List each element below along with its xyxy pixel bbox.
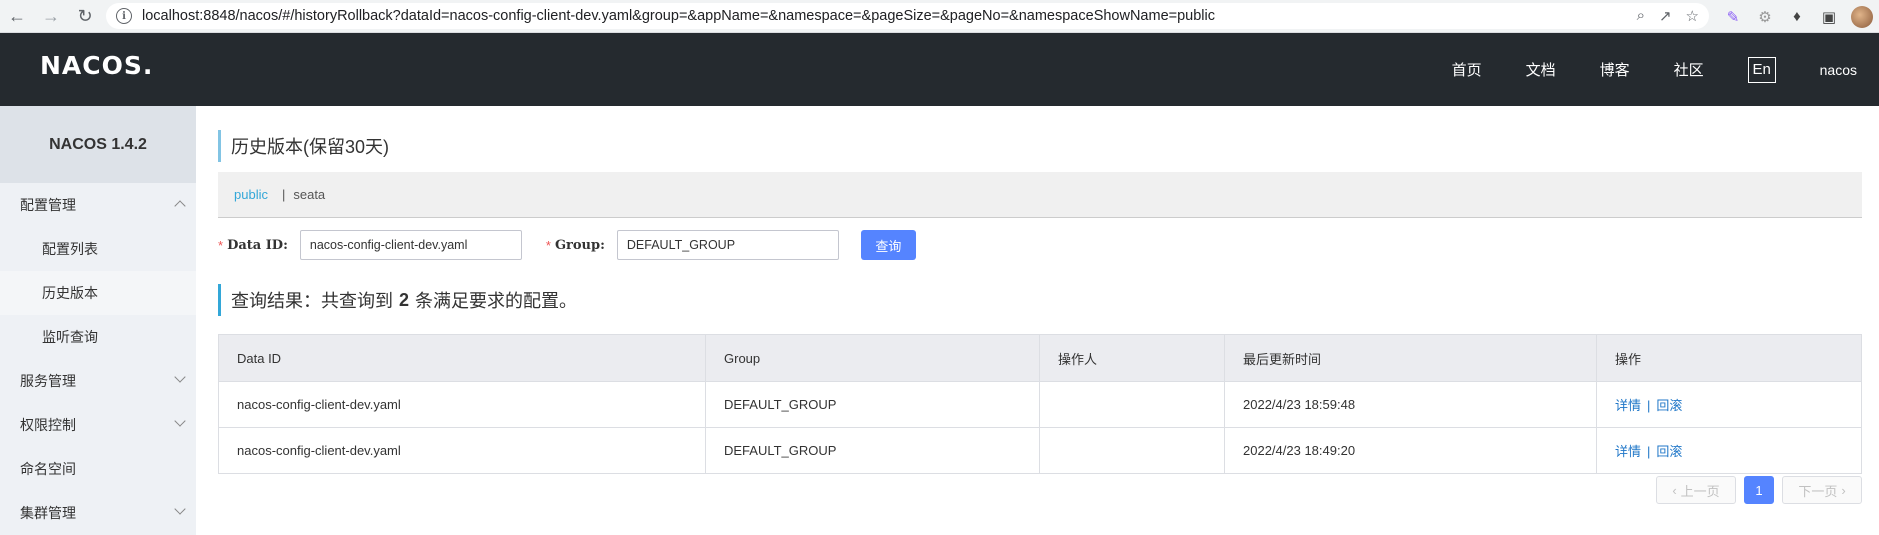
next-page-label: 下一页	[1798, 483, 1838, 499]
nav-docs[interactable]: 文档	[1526, 59, 1556, 80]
sidebar-item-cluster-management[interactable]: 集群管理	[0, 491, 196, 535]
sidebar: NACOS 1.4.2 配置管理 配置列表 历史版本 监听查询 服务管理 权限控…	[0, 106, 196, 535]
header-nav: 首页 文档 博客 社区 En nacos	[1452, 33, 1879, 106]
history-table: Data ID Group 操作人 最后更新时间 操作 nacos-config…	[218, 334, 1862, 474]
sidebar-item-listener-query[interactable]: 监听查询	[0, 315, 196, 359]
sidebar-item-label: 配置列表	[42, 241, 98, 257]
sidebar-item-label: 服务管理	[20, 373, 76, 389]
next-page-button[interactable]: 下一页 ›	[1782, 476, 1862, 504]
chevron-down-icon	[174, 371, 186, 383]
cell-dataid: nacos-config-client-dev.yaml	[218, 381, 706, 428]
chevron-up-icon	[174, 200, 186, 212]
sidebar-item-config-management[interactable]: 配置管理	[0, 183, 196, 227]
sidebar-item-label: 配置管理	[20, 197, 76, 213]
extension-icon[interactable]: ⚙	[1755, 7, 1775, 27]
sidebar-item-config-list[interactable]: 配置列表	[0, 227, 196, 271]
chevron-down-icon	[174, 503, 186, 515]
sidebar-item-label: 监听查询	[42, 329, 98, 345]
nav-blog[interactable]: 博客	[1600, 59, 1630, 80]
column-header-operator: 操作人	[1039, 334, 1225, 382]
sidebar-item-label: 权限控制	[20, 417, 76, 433]
namespace-bar: public | seata	[218, 172, 1862, 218]
forward-icon[interactable]: →	[38, 3, 64, 29]
cell-updated: 2022/4/23 18:49:20	[1224, 427, 1597, 474]
cell-actions: 详情 | 回滚	[1596, 427, 1862, 474]
rollback-link[interactable]: 回滚	[1656, 398, 1682, 413]
extension-pen-icon[interactable]: ✎	[1723, 7, 1743, 27]
column-header-actions: 操作	[1596, 334, 1862, 382]
cell-group: DEFAULT_GROUP	[705, 427, 1040, 474]
cell-operator	[1039, 427, 1225, 474]
group-label: Group:	[554, 237, 605, 253]
detail-link[interactable]: 详情	[1615, 444, 1641, 459]
prev-page-label: 上一页	[1680, 483, 1720, 499]
bookmark-star-icon[interactable]: ☆	[1686, 7, 1699, 25]
namespace-separator: |	[281, 187, 286, 202]
address-bar[interactable]: i localhost:8848/nacos/#/historyRollback…	[106, 3, 1709, 29]
column-header-updated: 最后更新时间	[1224, 334, 1597, 382]
extensions-puzzle-icon[interactable]: ♦	[1787, 7, 1807, 27]
result-suffix: 条满足要求的配置。	[415, 291, 578, 311]
dataid-input[interactable]: nacos-config-client-dev.yaml	[299, 230, 522, 260]
cell-actions: 详情 | 回滚	[1596, 381, 1862, 428]
table-row: nacos-config-client-dev.yaml DEFAULT_GRO…	[218, 381, 1862, 428]
sidebar-item-history[interactable]: 历史版本	[0, 271, 196, 315]
chevron-down-icon	[174, 415, 186, 427]
rollback-link[interactable]: 回滚	[1656, 444, 1682, 459]
sidepanel-icon[interactable]: ▣	[1819, 7, 1839, 27]
nav-home[interactable]: 首页	[1452, 59, 1482, 80]
sidebar-item-label: 集群管理	[20, 505, 76, 521]
page-title: 历史版本(保留30天)	[218, 130, 1862, 162]
language-switch-button[interactable]: En	[1747, 56, 1776, 83]
sidebar-item-namespace[interactable]: 命名空间	[0, 447, 196, 491]
page-button-current[interactable]: 1	[1744, 476, 1774, 504]
sidebar-item-label: 历史版本	[42, 285, 98, 301]
nav-community[interactable]: 社区	[1674, 59, 1704, 80]
required-mark: *	[545, 237, 551, 253]
group-input[interactable]: DEFAULT_GROUP	[616, 230, 839, 260]
site-info-icon[interactable]: i	[116, 8, 132, 24]
result-count: 2	[399, 289, 410, 310]
user-menu[interactable]: nacos	[1820, 62, 1857, 78]
cell-group: DEFAULT_GROUP	[705, 381, 1040, 428]
prev-page-button[interactable]: ‹ 上一页	[1656, 476, 1736, 504]
app-header: NACOS. 首页 文档 博客 社区 En nacos	[0, 33, 1879, 106]
result-prefix: 查询结果：共查询到	[231, 291, 393, 311]
column-header-group: Group	[705, 334, 1040, 382]
browser-toolbar: ← → ↻ i localhost:8848/nacos/#/historyRo…	[0, 0, 1879, 33]
action-separator: |	[1647, 444, 1651, 459]
profile-avatar[interactable]	[1851, 5, 1873, 28]
query-button[interactable]: 查询	[860, 230, 916, 260]
sidebar-item-label: 命名空间	[20, 461, 76, 477]
zoom-icon[interactable]: ⌕	[1637, 7, 1645, 25]
chevron-left-icon: ‹	[1672, 482, 1677, 498]
namespace-tab-public[interactable]: public	[234, 187, 268, 202]
cell-operator	[1039, 381, 1225, 428]
table-header-row: Data ID Group 操作人 最后更新时间 操作	[218, 334, 1862, 382]
search-form: * Data ID: nacos-config-client-dev.yaml …	[218, 230, 1862, 260]
result-summary: 查询结果：共查询到 2 条满足要求的配置。	[218, 284, 1862, 316]
reload-icon[interactable]: ↻	[72, 3, 98, 29]
sidebar-item-access-control[interactable]: 权限控制	[0, 403, 196, 447]
cell-dataid: nacos-config-client-dev.yaml	[218, 427, 706, 474]
share-icon[interactable]: ↗	[1659, 7, 1672, 25]
back-icon[interactable]: ←	[4, 3, 30, 29]
cell-updated: 2022/4/23 18:59:48	[1224, 381, 1597, 428]
detail-link[interactable]: 详情	[1615, 398, 1641, 413]
table-row: nacos-config-client-dev.yaml DEFAULT_GRO…	[218, 427, 1862, 474]
version-label: NACOS 1.4.2	[0, 106, 196, 183]
namespace-tab-seata[interactable]: seata	[293, 187, 325, 202]
chevron-right-icon: ›	[1841, 482, 1846, 498]
pagination: ‹ 上一页 1 下一页 ›	[1656, 476, 1862, 504]
required-mark: *	[218, 237, 224, 253]
nacos-logo[interactable]: NACOS.	[40, 51, 153, 80]
main-content: 历史版本(保留30天) public | seata * Data ID: na…	[218, 106, 1862, 504]
column-header-dataid: Data ID	[218, 334, 706, 382]
action-separator: |	[1647, 398, 1651, 413]
url-text: localhost:8848/nacos/#/historyRollback?d…	[142, 8, 1215, 24]
dataid-label: Data ID:	[227, 237, 288, 253]
sidebar-item-service-management[interactable]: 服务管理	[0, 359, 196, 403]
